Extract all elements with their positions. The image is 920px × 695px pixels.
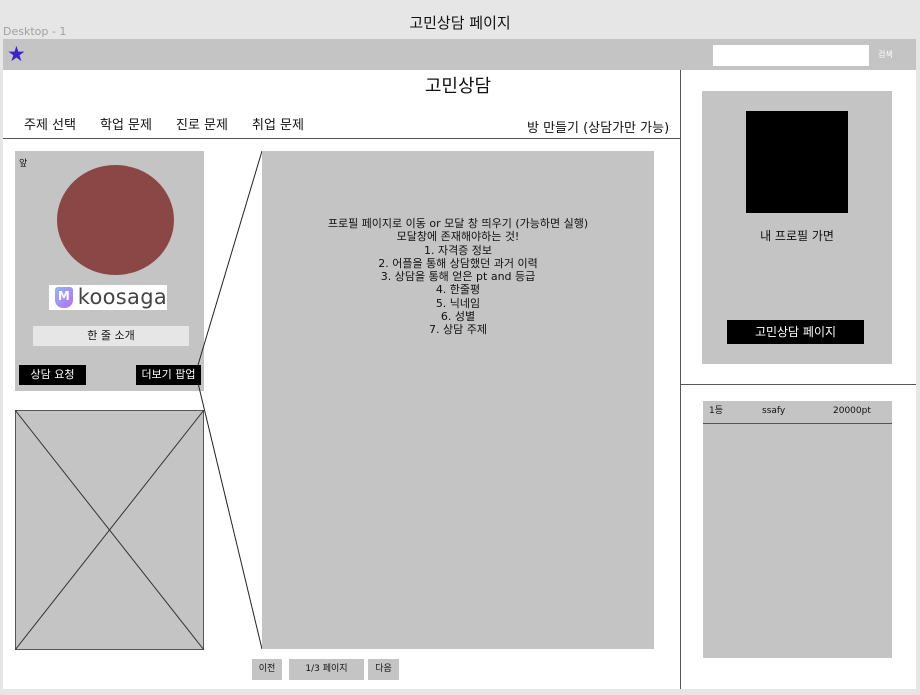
ranking-row: 1등 ssafy 20000pt (703, 401, 892, 424)
counsel-page-button[interactable]: 고민상담 페이지 (727, 320, 864, 344)
rank-points: 20000pt (833, 406, 871, 416)
star-icon[interactable]: ★ (7, 42, 26, 66)
my-profile-card: 내 프로필 가면 고민상담 페이지 (702, 91, 892, 364)
koosaga-logo-icon: M (55, 287, 73, 308)
request-counsel-button[interactable]: 상담 요청 (19, 365, 86, 385)
one-line-intro: 한 줄 소개 (33, 326, 189, 346)
prev-page-button[interactable]: 이전 (252, 659, 282, 680)
top-bar: ★ 검색 (3, 39, 916, 70)
modal-requirements-text: 프로필 페이지로 이동 or 모달 창 띄우기 (가능하면 실행) 모달창에 존… (262, 217, 654, 337)
rank-name: ssafy (762, 406, 786, 416)
modal-line: 6. 성별 (440, 310, 476, 324)
koosaga-logo-text: koosaga (77, 285, 167, 309)
nav-job-problem[interactable]: 취업 문제 (252, 114, 304, 133)
modal-line: 7. 상담 주제 (429, 323, 487, 337)
modal-line: 4. 한줄평 (435, 283, 481, 297)
search-input[interactable] (713, 45, 869, 66)
avatar (57, 165, 174, 275)
vertical-divider (680, 70, 681, 689)
create-room-link[interactable]: 방 만들기 (상담가만 가능) (527, 117, 669, 136)
modal-line: 3. 상담을 통해 얻은 pt and 등급 (380, 270, 536, 284)
modal-line: 5. 닉네임 (435, 296, 481, 310)
next-page-button[interactable]: 다음 (368, 659, 399, 680)
ranking-panel: 1등 ssafy 20000pt (703, 401, 892, 658)
modal-line: 모달창에 존재해야하는 것! (396, 230, 520, 244)
more-popup-button[interactable]: 더보기 팝업 (136, 365, 201, 385)
nav-topic-select[interactable]: 주제 선택 (24, 114, 76, 133)
counselor-card[interactable]: 앞 M koosaga 한 줄 소개 상담 요청 더보기 팝업 (15, 151, 204, 391)
right-column-divider (681, 384, 916, 385)
artboard: ★ 검색 고민상담 주제 선택 학업 문제 진로 문제 취업 문제 방 만들기 … (3, 39, 916, 689)
nav-study-problem[interactable]: 학업 문제 (100, 114, 152, 133)
page-title: 고민상담 페이지 (409, 14, 511, 32)
modal-line: 1. 자격증 정보 (423, 243, 493, 257)
nav-underline (3, 138, 680, 139)
koosaga-logo: M koosaga (49, 285, 167, 310)
modal-line: 2. 어플을 통해 상담했던 과거 이력 (378, 256, 538, 270)
image-placeholder (15, 410, 204, 650)
modal-preview-panel: 프로필 페이지로 이동 or 모달 창 띄우기 (가능하면 실행) 모달창에 존… (262, 151, 654, 649)
my-profile-label: 내 프로필 가면 (760, 229, 834, 243)
rank-position: 1등 (709, 406, 724, 416)
page-indicator: 1/3 페이지 (289, 659, 364, 680)
nav-career-problem[interactable]: 진로 문제 (176, 114, 228, 133)
modal-line: 프로필 페이지로 이동 or 모달 창 띄우기 (가능하면 실행) (327, 217, 589, 230)
search-button[interactable]: 검색 (878, 49, 893, 60)
profile-mask-image (746, 111, 848, 213)
card-side-tag: 앞 (19, 159, 28, 169)
